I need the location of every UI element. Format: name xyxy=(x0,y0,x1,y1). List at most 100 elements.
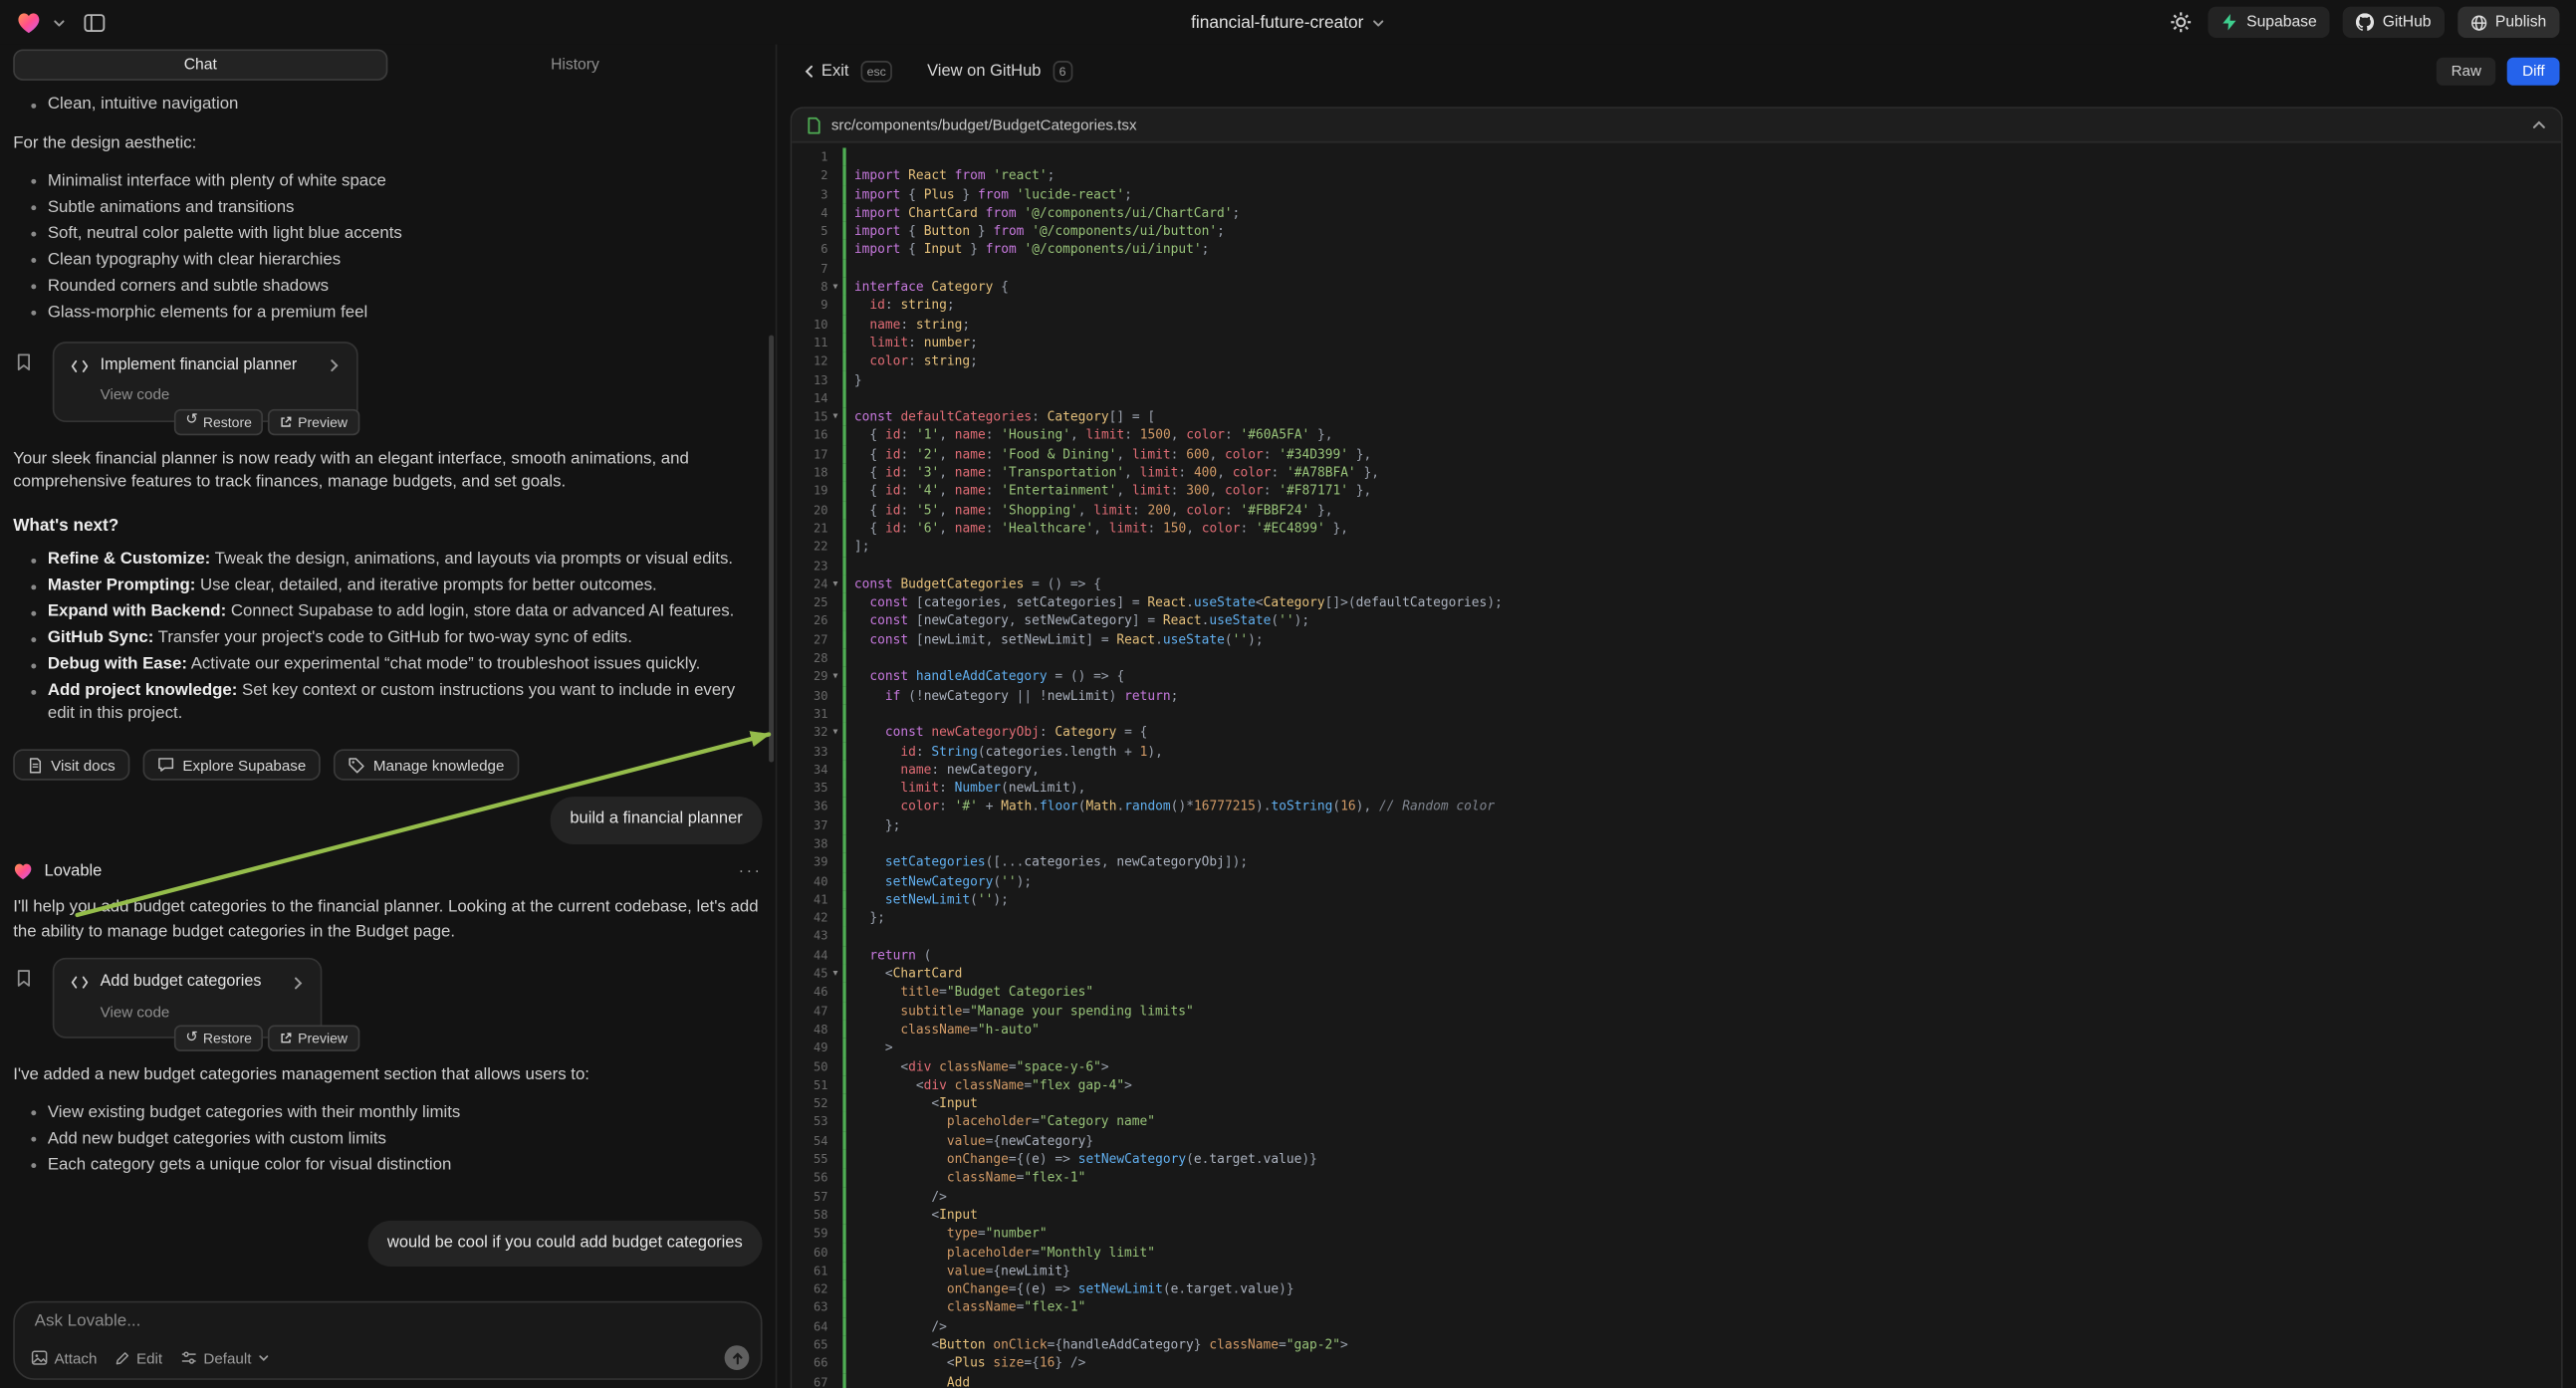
default-mode-button[interactable]: Default xyxy=(180,1349,269,1365)
code-text xyxy=(846,389,854,408)
fold-spacer xyxy=(828,147,843,166)
tab-history[interactable]: History xyxy=(387,49,762,80)
list-item-title: Refine & Customize: xyxy=(48,551,210,569)
code-text: } xyxy=(846,370,862,389)
code-text: Add xyxy=(846,1373,970,1388)
line-number: 17 xyxy=(792,445,827,464)
list-item: Add new budget categories with custom li… xyxy=(30,1128,763,1151)
line-number: 15 xyxy=(792,407,827,426)
preview-label: Preview xyxy=(298,1030,348,1045)
code-text: limit: Number(newLimit), xyxy=(846,779,1086,798)
explore-supabase-button[interactable]: Explore Supabase xyxy=(143,749,321,780)
attach-button[interactable]: Attach xyxy=(31,1349,97,1365)
code-text: const [newCategory, setNewCategory] = Re… xyxy=(846,611,1309,630)
code-text: color: '#' + Math.floor(Math.random()*16… xyxy=(846,798,1495,816)
code-line: 40 setNewCategory(''); xyxy=(792,871,2561,890)
manage-knowledge-button[interactable]: Manage knowledge xyxy=(334,749,519,780)
fold-spacer xyxy=(828,482,843,501)
code-text xyxy=(846,557,854,576)
code-container: src/components/budget/BudgetCategories.t… xyxy=(791,107,2563,1388)
code-text: subtitle="Manage your spending limits" xyxy=(846,1002,1194,1021)
code-line: 37 }; xyxy=(792,815,2561,834)
code-line: 55 onChange={(e) => setNewCategory(e.tar… xyxy=(792,1150,2561,1169)
composer[interactable]: Attach Edit Default xyxy=(13,1301,762,1380)
composer-input[interactable] xyxy=(35,1312,741,1330)
fold-spacer xyxy=(828,946,843,965)
code-line: 41 setNewLimit(''); xyxy=(792,890,2561,909)
code-line: 10 name: string; xyxy=(792,315,2561,334)
code-line: 18 { id: '3', name: 'Transportation', li… xyxy=(792,463,2561,482)
fold-chevron-icon[interactable]: ▾ xyxy=(828,575,843,593)
code-editor[interactable]: 12import React from 'react';3import { Pl… xyxy=(792,143,2561,1388)
line-number: 43 xyxy=(792,927,827,946)
code-text: onChange={(e) => setNewCategory(e.target… xyxy=(846,1150,1317,1169)
line-number: 54 xyxy=(792,1131,827,1150)
restore-button[interactable]: ↺Restore xyxy=(174,1026,264,1051)
fold-chevron-icon[interactable]: ▾ xyxy=(828,965,843,984)
line-number: 22 xyxy=(792,538,827,557)
diff-button[interactable]: Diff xyxy=(2507,57,2559,85)
bookmark-icon[interactable] xyxy=(16,969,31,987)
logo-menu-chevron-icon[interactable] xyxy=(53,16,66,29)
restore-button[interactable]: ↺Restore xyxy=(174,408,264,434)
sidebar-toggle-icon[interactable] xyxy=(84,12,105,32)
chat-tabs: Chat History xyxy=(13,49,762,80)
github-button[interactable]: GitHub xyxy=(2343,7,2445,38)
line-number: 52 xyxy=(792,1094,827,1113)
supabase-button[interactable]: Supabase xyxy=(2209,7,2330,38)
code-line: 13} xyxy=(792,370,2561,389)
exit-button[interactable]: Exit xyxy=(804,62,849,80)
composer-toolbar: Attach Edit Default xyxy=(31,1345,749,1370)
code-text: /> xyxy=(846,1317,947,1336)
send-button[interactable] xyxy=(725,1345,750,1370)
collapse-chevron-icon[interactable] xyxy=(2531,119,2546,129)
message-options-button[interactable]: ··· xyxy=(739,863,763,879)
code-text: }; xyxy=(846,815,901,834)
raw-button[interactable]: Raw xyxy=(2437,57,2496,85)
supabase-bolt-icon xyxy=(2222,13,2237,31)
fold-chevron-icon[interactable]: ▾ xyxy=(828,407,843,426)
line-number: 3 xyxy=(792,185,827,204)
code-text xyxy=(846,649,854,668)
line-number: 21 xyxy=(792,519,827,538)
code-text xyxy=(846,834,854,853)
restore-icon: ↺ xyxy=(185,414,197,429)
view-on-github-button[interactable]: View on GitHub xyxy=(927,62,1041,80)
code-text: { id: '5', name: 'Shopping', limit: 200,… xyxy=(846,501,1333,520)
publish-button[interactable]: Publish xyxy=(2458,7,2560,38)
project-name-button[interactable]: financial-future-creator xyxy=(1191,12,1385,32)
code-panel: Exit esc View on GitHub 6 Raw Diff src/c… xyxy=(777,45,2576,1388)
visit-docs-button[interactable]: Visit docs xyxy=(13,749,129,780)
fold-chevron-icon[interactable]: ▾ xyxy=(828,278,843,297)
preview-button[interactable]: Preview xyxy=(268,1026,358,1051)
settings-gear-icon[interactable] xyxy=(2171,12,2192,33)
code-text: { id: '2', name: 'Food & Dining', limit:… xyxy=(846,445,1372,464)
scrollbar-thumb[interactable] xyxy=(769,336,774,763)
line-number: 12 xyxy=(792,352,827,371)
fold-spacer xyxy=(828,203,843,222)
fold-chevron-icon[interactable]: ▾ xyxy=(828,723,843,742)
explore-supabase-label: Explore Supabase xyxy=(182,757,306,773)
code-line: 54 value={newCategory} xyxy=(792,1131,2561,1150)
line-number: 42 xyxy=(792,909,827,928)
fold-spacer xyxy=(828,890,843,909)
fold-spacer xyxy=(828,798,843,816)
line-number: 25 xyxy=(792,593,827,612)
line-number: 39 xyxy=(792,853,827,872)
fold-spacer xyxy=(828,1354,843,1373)
edit-button[interactable]: Edit xyxy=(116,1349,163,1365)
preview-button[interactable]: Preview xyxy=(268,408,358,434)
view-code-label[interactable]: View code xyxy=(101,382,341,406)
fold-spacer xyxy=(828,1317,843,1336)
fold-spacer xyxy=(828,519,843,538)
line-number: 59 xyxy=(792,1225,827,1244)
line-number: 53 xyxy=(792,1113,827,1132)
fold-spacer xyxy=(828,297,843,316)
view-code-label[interactable]: View code xyxy=(101,1000,305,1024)
tab-chat[interactable]: Chat xyxy=(13,49,387,80)
file-header[interactable]: src/components/budget/BudgetCategories.t… xyxy=(792,109,2561,143)
lovable-logo[interactable] xyxy=(16,11,41,34)
bookmark-icon[interactable] xyxy=(16,352,31,370)
fold-chevron-icon[interactable]: ▾ xyxy=(828,667,843,686)
code-text: import { Input } from '@/components/ui/i… xyxy=(846,241,1210,260)
